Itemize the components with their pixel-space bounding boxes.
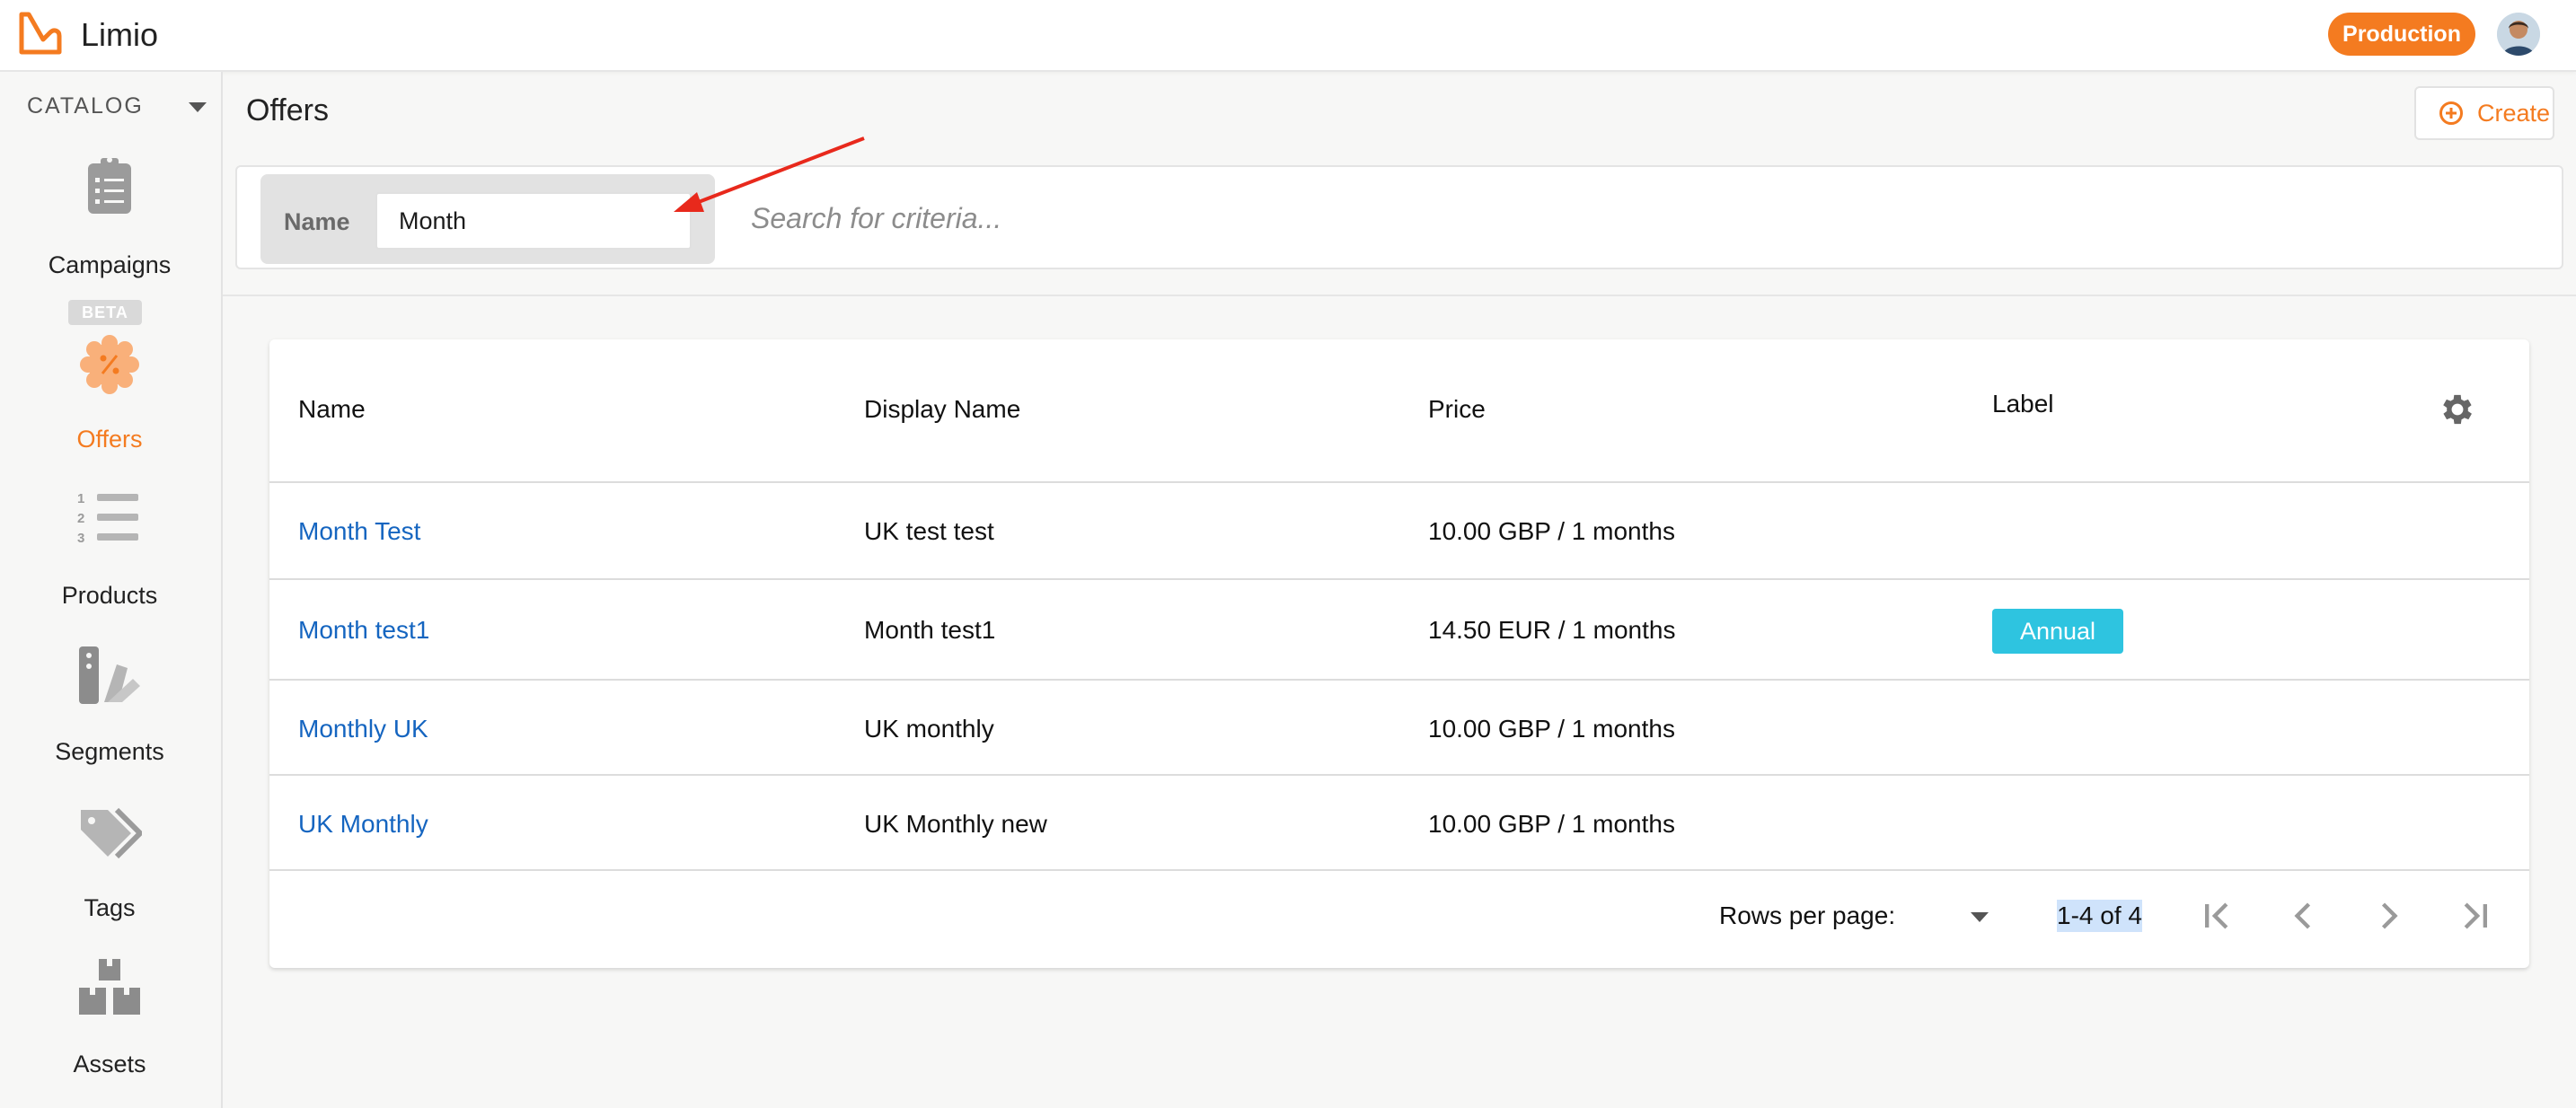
offer-name-link[interactable]: Month Test: [298, 517, 420, 546]
table-row[interactable]: Monthly UK UK monthly 10.00 GBP / 1 mont…: [269, 681, 2529, 776]
catalog-section-label[interactable]: CATALOG: [27, 93, 144, 119]
app-name: Limio: [81, 16, 159, 53]
search-criteria-input[interactable]: [751, 187, 2529, 250]
table-row[interactable]: Month test1 Month test1 14.50 EUR / 1 mo…: [269, 580, 2529, 681]
offers-table: Name Display Name Price Label Month Test…: [269, 339, 2529, 968]
top-bar: Limio Production: [0, 0, 2576, 72]
chevron-down-icon[interactable]: [189, 102, 207, 112]
sidebar-item-label: Products: [61, 582, 158, 609]
offer-name-link[interactable]: UK Monthly: [298, 810, 428, 839]
name-filter-input[interactable]: [375, 192, 692, 250]
price-cell: 10.00 GBP / 1 months: [1428, 715, 1675, 743]
segments-icon: [79, 646, 140, 704]
filter-bar: Name: [235, 165, 2563, 269]
sidebar: CATALOG Campaigns BETA Offers 1 2 3 Prod…: [0, 72, 223, 1108]
environment-badge[interactable]: Production: [2328, 13, 2475, 56]
display-name-cell: Month test1: [864, 616, 996, 644]
table-row[interactable]: Month Test UK test test 10.00 GBP / 1 mo…: [269, 483, 2529, 580]
display-name-cell: UK test test: [864, 517, 994, 545]
create-button-label: Create: [2477, 99, 2551, 127]
limio-logo[interactable]: [16, 9, 66, 59]
last-page-icon[interactable]: [2452, 893, 2499, 939]
name-filter-chip[interactable]: Name: [260, 174, 715, 264]
plus-circle-icon: [2439, 101, 2463, 125]
svg-text:1: 1: [77, 491, 84, 506]
column-header-label[interactable]: Label: [1992, 390, 2054, 418]
sidebar-item-label: Offers: [76, 426, 143, 453]
svg-text:2: 2: [77, 511, 84, 526]
display-name-cell: UK Monthly new: [864, 810, 1047, 838]
rows-per-page-label: Rows per page:: [1719, 901, 1896, 929]
filter-chip-label: Name: [284, 208, 350, 235]
table-header: Name Display Name Price Label: [269, 339, 2529, 483]
annotation-arrow-icon: [674, 136, 865, 212]
numbered-list-icon: 1 2 3: [77, 491, 138, 546]
price-cell: 14.50 EUR / 1 months: [1428, 616, 1676, 644]
sidebar-item-label: Segments: [55, 738, 164, 765]
discount-badge-icon: [80, 335, 139, 394]
divider: [223, 295, 2576, 296]
table-row[interactable]: UK Monthly UK Monthly new 10.00 GBP / 1 …: [269, 776, 2529, 871]
pagination: Rows per page: 1-4 of 4: [269, 871, 2529, 968]
price-cell: 10.00 GBP / 1 months: [1428, 810, 1675, 838]
tags-icon: [81, 807, 142, 859]
sidebar-item-label: Tags: [84, 894, 136, 921]
page-title: Offers: [246, 93, 329, 128]
beta-badge: BETA: [68, 300, 142, 325]
next-page-icon[interactable]: [2366, 893, 2413, 939]
label-badge: Annual: [1992, 609, 2123, 654]
column-header-display-name[interactable]: Display Name: [864, 395, 1020, 424]
offer-name-link[interactable]: Month test1: [298, 616, 429, 645]
boxes-icon: [79, 959, 140, 1015]
svg-text:3: 3: [77, 531, 84, 546]
first-page-icon[interactable]: [2193, 893, 2240, 939]
sidebar-item-label: Assets: [73, 1051, 146, 1077]
column-header-name[interactable]: Name: [298, 395, 366, 424]
page-range: 1-4 of 4: [2057, 900, 2142, 932]
offer-name-link[interactable]: Monthly UK: [298, 715, 428, 743]
sidebar-item-label: Campaigns: [48, 251, 172, 278]
column-header-price[interactable]: Price: [1428, 395, 1486, 424]
user-avatar[interactable]: [2497, 13, 2540, 56]
price-cell: 10.00 GBP / 1 months: [1428, 517, 1675, 545]
display-name-cell: UK monthly: [864, 715, 994, 743]
create-button[interactable]: Create: [2414, 86, 2554, 140]
clipboard-icon: [88, 157, 131, 214]
rows-per-page-dropdown[interactable]: [1971, 912, 1989, 922]
previous-page-icon[interactable]: [2280, 893, 2326, 939]
gear-icon[interactable]: [2438, 390, 2477, 429]
